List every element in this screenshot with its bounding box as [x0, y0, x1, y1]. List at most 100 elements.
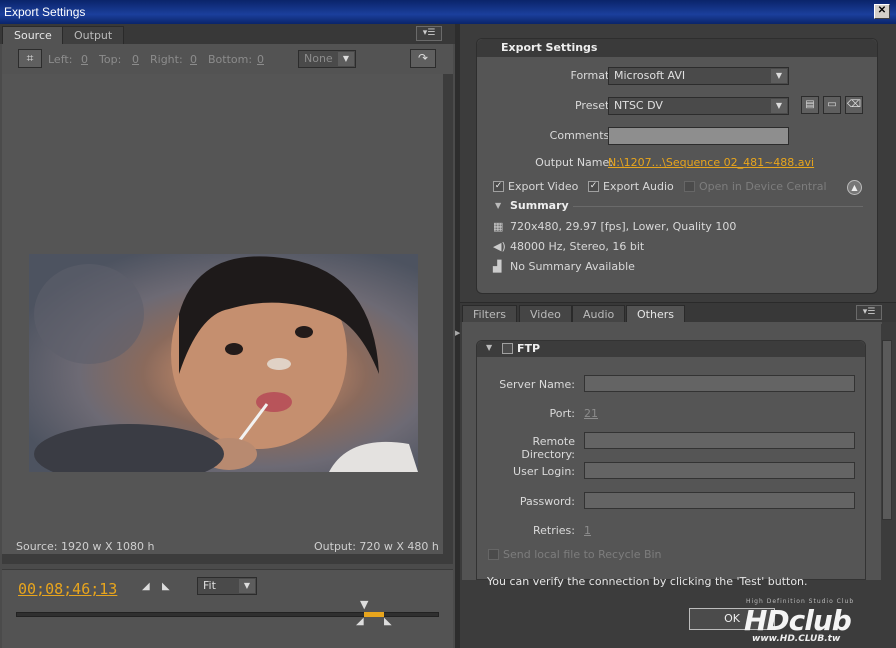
- scrollbar-thumb[interactable]: [882, 340, 892, 520]
- watermark-brand: HDclub: [744, 604, 852, 637]
- retries-value[interactable]: 1: [584, 524, 591, 537]
- chevron-down-icon: ▼: [239, 579, 255, 593]
- chevron-down-icon: ▼: [771, 69, 787, 83]
- format-label: Format:: [570, 69, 613, 82]
- delete-preset-icon[interactable]: ⌫: [845, 96, 863, 114]
- summary-toggle-icon[interactable]: ▼: [495, 201, 501, 210]
- crop-ratio-select[interactable]: None ▼: [298, 50, 356, 68]
- in-point-icon[interactable]: ◢: [356, 616, 364, 627]
- format-value: Microsoft AVI: [614, 69, 686, 82]
- panel-menu-icon[interactable]: ▾☰: [416, 26, 442, 41]
- verify-connection-text: You can verify the connection by clickin…: [487, 575, 808, 588]
- summary-label: Summary: [510, 199, 569, 212]
- ftp-toggle-icon[interactable]: ▼: [486, 343, 492, 352]
- output-dimensions: Output: 720 w X 480 h: [314, 540, 439, 553]
- preset-value: NTSC DV: [614, 99, 663, 112]
- child-photo: [34, 256, 418, 472]
- export-video-checkbox[interactable]: ✓: [493, 181, 504, 192]
- output-name-label: Output Name:: [535, 156, 613, 169]
- chevron-down-icon: ▼: [338, 52, 354, 66]
- set-in-point-icon[interactable]: ◢: [142, 581, 150, 592]
- server-name-label: Server Name:: [499, 378, 575, 391]
- export-video-label: Export Video: [508, 180, 579, 193]
- crop-icon[interactable]: ⌗: [18, 49, 42, 68]
- source-tab-bar: Source Output ▾☰: [0, 24, 455, 44]
- crop-ratio-value: None: [304, 52, 333, 65]
- rotate-icon[interactable]: ↷: [410, 49, 436, 68]
- summary-divider: [573, 206, 863, 207]
- export-audio-checkbox[interactable]: ✓: [588, 181, 599, 192]
- ftp-group: ▼ FTP Server Name: Port: 21 Remote Direc…: [476, 340, 866, 588]
- source-dimensions: Source: 1920 w X 1080 h: [16, 540, 155, 553]
- panel-menu-icon[interactable]: ▾☰: [856, 305, 882, 320]
- crop-right-label: Right:: [150, 53, 183, 66]
- audio-speaker-icon: ◀): [493, 240, 506, 253]
- ftp-enable-checkbox[interactable]: [502, 343, 513, 354]
- video-film-icon: ▦: [493, 220, 504, 233]
- preview-horizontal-scrollbar[interactable]: [2, 554, 443, 564]
- device-central-label: Open in Device Central: [699, 180, 827, 193]
- tab-source[interactable]: Source: [2, 26, 64, 44]
- work-area-bar[interactable]: [364, 612, 384, 617]
- crop-top-value[interactable]: 0: [132, 53, 139, 66]
- save-preset-icon[interactable]: ▤: [801, 96, 819, 114]
- port-value[interactable]: 21: [584, 407, 598, 420]
- export-audio-label: Export Audio: [603, 180, 674, 193]
- crop-top-label: Top:: [99, 53, 122, 66]
- user-login-label: User Login:: [513, 465, 575, 478]
- tab-audio[interactable]: Audio: [572, 305, 626, 323]
- preview-vertical-scrollbar[interactable]: [443, 74, 453, 564]
- remote-directory-label: Remote Directory:: [521, 435, 575, 461]
- format-select[interactable]: Microsoft AVI ▼: [608, 67, 789, 85]
- device-central-checkbox[interactable]: [684, 181, 695, 192]
- summary-none: No Summary Available: [510, 260, 635, 273]
- timeline-bar: 00;08;46;13 ◢ ◣ Fit ▼ ▼ ◢ ◣: [2, 569, 453, 648]
- playhead-icon[interactable]: ▼: [360, 598, 368, 611]
- set-out-point-icon[interactable]: ◣: [162, 581, 170, 592]
- export-settings-header: Export Settings: [477, 39, 877, 57]
- remote-directory-field[interactable]: [584, 432, 855, 449]
- source-panel: Source Output ▾☰ ⌗ Left: 0 Top: 0 Right:…: [0, 24, 455, 648]
- source-preview: Source: 1920 w X 1080 h Output: 720 w X …: [2, 74, 453, 564]
- close-button[interactable]: ✕: [874, 4, 890, 19]
- comments-label: Comments:: [549, 129, 613, 142]
- collapse-up-icon[interactable]: ▲: [847, 180, 862, 195]
- output-name-link[interactable]: N:\1207...\Sequence 02_481~488.avi: [608, 156, 814, 169]
- out-point-icon[interactable]: ◣: [384, 616, 392, 627]
- password-label: Password:: [519, 495, 575, 508]
- crop-left-value[interactable]: 0: [81, 53, 88, 66]
- recycle-bin-label: Send local file to Recycle Bin: [503, 548, 662, 561]
- crop-right-value[interactable]: 0: [190, 53, 197, 66]
- tab-filters[interactable]: Filters: [462, 305, 517, 323]
- summary-audio: 48000 Hz, Stereo, 16 bit: [510, 240, 645, 253]
- server-name-field[interactable]: [584, 375, 855, 392]
- preset-select[interactable]: NTSC DV ▼: [608, 97, 789, 115]
- export-settings-group: Export Settings Format: Microsoft AVI ▼ …: [476, 38, 878, 294]
- zoom-level-value: Fit: [203, 579, 216, 592]
- window-title: Export Settings: [4, 5, 86, 19]
- crop-left-label: Left:: [48, 53, 73, 66]
- summary-video: 720x480, 29.97 [fps], Lower, Quality 100: [510, 220, 737, 233]
- crop-bottom-value[interactable]: 0: [257, 53, 264, 66]
- settings-tab-bar: Filters Video Audio Others ▾☰: [460, 302, 896, 323]
- password-field[interactable]: [584, 492, 855, 509]
- recycle-bin-checkbox[interactable]: [488, 549, 499, 560]
- retries-label: Retries:: [532, 524, 575, 537]
- import-preset-icon[interactable]: ▭: [823, 96, 841, 114]
- zoom-level-select[interactable]: Fit ▼: [197, 577, 257, 595]
- others-panel: ▼ FTP Server Name: Port: 21 Remote Direc…: [462, 322, 882, 588]
- settings-scrollbar[interactable]: [881, 324, 893, 580]
- chevron-down-icon: ▼: [771, 99, 787, 113]
- title-bar: Export Settings ✕: [0, 0, 896, 24]
- user-login-field[interactable]: [584, 462, 855, 479]
- tab-video[interactable]: Video: [519, 305, 572, 323]
- ftp-header: ▼ FTP: [477, 341, 865, 357]
- tab-others[interactable]: Others: [626, 305, 685, 323]
- comments-field[interactable]: [608, 127, 789, 145]
- timecode[interactable]: 00;08;46;13: [18, 580, 117, 598]
- summary-chart-icon: ▟: [493, 260, 502, 273]
- crop-bottom-label: Bottom:: [208, 53, 253, 66]
- watermark-logo: High Definition Studio Club HDclub www.H…: [730, 598, 890, 644]
- tab-output[interactable]: Output: [62, 26, 125, 44]
- watermark-url: www.HD.CLUB.tw: [752, 634, 841, 644]
